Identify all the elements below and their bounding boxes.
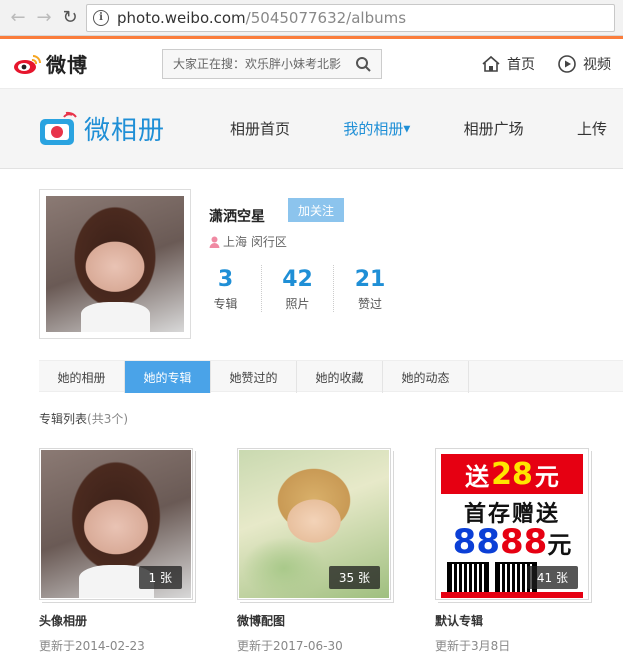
album-card-avatar[interactable]: 1 张 头像相册 更新于2014-02-23	[39, 448, 193, 654]
album-logo[interactable]: 微相册	[38, 110, 230, 147]
tab-her-photos[interactable]: 她的相册	[39, 361, 125, 393]
camera-logo-icon	[40, 111, 77, 145]
album-list-count: (共3个)	[87, 412, 129, 426]
top-links: 首页 视频	[481, 54, 611, 74]
stat-likes[interactable]: 21 赞过	[334, 265, 406, 312]
tab-her-albums[interactable]: 她的专辑	[125, 361, 211, 393]
album-list-title-text: 专辑列表	[39, 412, 88, 426]
ad-text: 送	[465, 462, 490, 491]
home-icon	[482, 55, 500, 72]
album-date: 更新于2014-02-23	[39, 639, 145, 653]
reload-icon[interactable]: ↻	[60, 8, 80, 28]
photo-count-badge: 41 张	[526, 566, 578, 589]
stat-photos-num: 42	[282, 267, 313, 292]
ad-text: 88	[500, 522, 548, 562]
video-link-label: 视频	[583, 56, 611, 73]
album-logo-text: 微相册	[84, 116, 166, 146]
ad-text: 88	[452, 522, 500, 562]
album-name[interactable]: 微博配图	[237, 612, 391, 629]
info-icon[interactable]: i	[93, 9, 109, 26]
weibo-eye-icon	[14, 54, 41, 74]
avatar[interactable]	[39, 189, 191, 339]
tab-her-activity[interactable]: 她的动态	[383, 361, 469, 393]
search-input[interactable]: 大家正在搜：欢乐胖小妹考北影	[162, 48, 382, 79]
location-text: 上海 闵行区	[223, 235, 287, 249]
tab-her-favorites[interactable]: 她的收藏	[297, 361, 383, 393]
weibo-logo-text: 微博	[46, 53, 88, 77]
album-name[interactable]: 头像相册	[39, 612, 193, 629]
profile-section: 潇洒空星 加关注 上海 闵行区 3 专辑 42 照片 21 赞过	[0, 169, 623, 361]
stat-likes-label: 赞过	[357, 297, 382, 311]
weibo-logo[interactable]: 微博	[12, 49, 162, 78]
follow-button[interactable]: 加关注	[288, 198, 344, 222]
url-host: photo.weibo.com	[117, 8, 246, 27]
album-nav: 相册首页 我的相册▼ 相册广场 上传	[230, 118, 609, 139]
photo-count-badge: 35 张	[328, 566, 380, 589]
ad-text: 元	[547, 531, 572, 559]
tab-her-likes[interactable]: 她赞过的	[211, 361, 297, 393]
person-icon	[209, 236, 220, 248]
video-play-icon	[558, 54, 576, 73]
ad-text: 28	[491, 456, 533, 492]
album-card-weibo[interactable]: 35 张 微博配图 更新于2017-06-30	[237, 448, 391, 654]
ad-amount: 8888元	[441, 522, 583, 565]
nav-album-home[interactable]: 相册首页	[230, 118, 290, 139]
user-stats: 3 专辑 42 照片 21 赞过	[190, 265, 406, 312]
url-path: /5045077632/albums	[245, 8, 407, 27]
stat-albums-num: 3	[217, 267, 234, 292]
qr-code-icon	[447, 562, 489, 594]
nav-album-square[interactable]: 相册广场	[464, 118, 524, 139]
forward-arrow-icon[interactable]: →	[34, 8, 54, 28]
album-cover[interactable]: 35 张	[237, 448, 391, 600]
album-date: 更新于3月8日	[435, 639, 511, 653]
video-link[interactable]: 视频	[557, 54, 611, 74]
ad-banner-top: 送 28 元	[441, 454, 583, 494]
stat-likes-num: 21	[354, 267, 386, 292]
album-date: 更新于2017-06-30	[237, 639, 343, 653]
chevron-down-icon: ▼	[403, 124, 411, 135]
nav-upload[interactable]: 上传	[577, 118, 607, 139]
album-name[interactable]: 默认专辑	[435, 612, 589, 629]
ad-text: 元	[534, 462, 559, 491]
user-name[interactable]: 潇洒空星	[209, 206, 265, 226]
back-arrow-icon[interactable]: ←	[8, 8, 28, 28]
browser-toolbar: ← → ↻ i photo.weibo.com/5045077632/album…	[0, 0, 623, 36]
album-header: 微相册 相册首页 我的相册▼ 相册广场 上传	[0, 89, 623, 169]
stat-photos[interactable]: 42 照片	[262, 265, 334, 312]
stat-albums[interactable]: 3 专辑	[190, 265, 262, 312]
photo-count-badge: 1 张	[138, 566, 182, 589]
weibo-topbar: 微博 大家正在搜：欢乐胖小妹考北影 首页 视频	[0, 39, 623, 89]
nav-my-albums[interactable]: 我的相册▼	[343, 118, 410, 139]
nav-my-albums-label: 我的相册	[343, 120, 404, 138]
home-link[interactable]: 首页	[481, 54, 535, 74]
stat-albums-label: 专辑	[213, 297, 238, 311]
album-cover[interactable]: 1 张	[39, 448, 193, 600]
profile-tabs: 她的相册 她的专辑 她赞过的 她的收藏 她的动态	[39, 360, 623, 393]
search-icon[interactable]	[355, 56, 371, 72]
avatar-photo	[46, 196, 184, 332]
album-cover[interactable]: 送 28 元 首存赠送 8888元 41 张	[435, 448, 589, 600]
user-location: 上海 闵行区	[209, 233, 287, 250]
address-bar[interactable]: i photo.weibo.com/5045077632/albums	[86, 3, 615, 32]
ad-banner-bottom	[441, 592, 583, 598]
search-placeholder: 大家正在搜：欢乐胖小妹考北影	[173, 57, 342, 71]
stat-photos-label: 照片	[285, 297, 310, 311]
album-list-title: 专辑列表(共3个)	[39, 410, 128, 427]
album-card-default[interactable]: 送 28 元 首存赠送 8888元 41 张 默认专辑 更新于3月8日	[435, 448, 589, 654]
home-link-label: 首页	[507, 56, 535, 73]
